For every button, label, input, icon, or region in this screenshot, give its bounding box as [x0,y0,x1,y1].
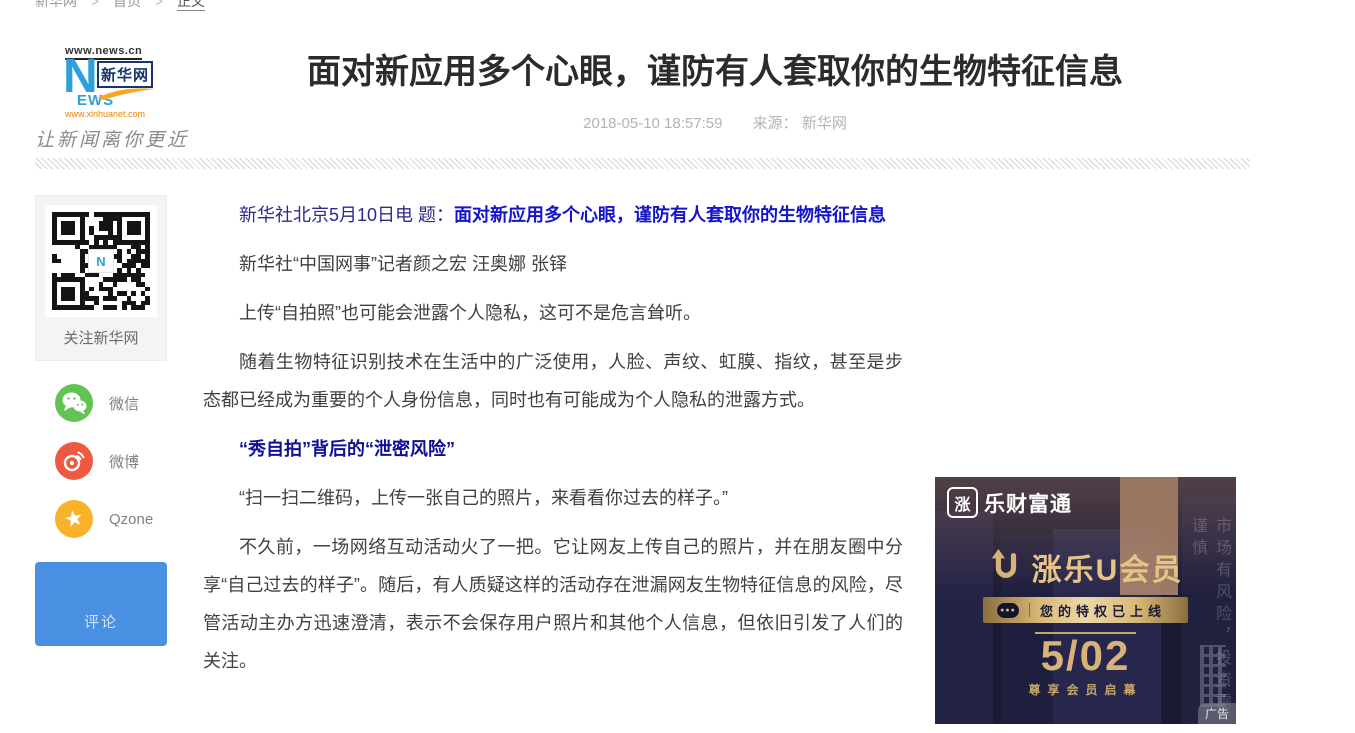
paragraph: “扫一扫二维码，上传一张自己的照片，来看看你过去的样子。” [203,479,903,517]
publish-date: 2018-05-10 18:57:59 [583,115,722,132]
hatched-divider [35,158,1250,169]
lead-prefix: 新华社北京5月10日电 题： [239,205,454,225]
logo-site-name: 新华网 [97,61,153,88]
source-name: 新华网 [802,115,847,132]
u-arrow-icon [988,548,1022,587]
weibo-icon [55,442,93,480]
ad-brand-icon: 涨 [947,487,978,518]
qr-center-logo: N [88,249,114,273]
xinhuanet-logo[interactable]: www.news.cn N 新华网 EWS www.xinhuanet.com … [35,45,185,145]
breadcrumb-item-channel[interactable]: 首页 [113,0,141,9]
share-wechat[interactable]: 微信 [55,384,139,422]
paragraph: 随着生物特征识别技术在生活中的广泛使用，人脸、声纹、虹膜、指纹，甚至是步态都已经… [203,343,903,419]
ad-headline-text: 涨乐U会员 [1032,545,1184,589]
ad-risk-disclaimer: 市场有风险，投资需谨慎 [1185,517,1233,717]
ad-banner-text: 您的特权已上线 [1040,601,1166,620]
source-label: 来源： [753,115,798,132]
qr-card: N 关注新华网 [35,195,167,361]
qzone-icon: ★ [55,500,93,538]
ad-banner[interactable]: 涨 乐财富通 涨乐U会员 ●●● 您的特权已上线 5/02 尊享会员启幕 市场有… [935,477,1236,724]
share-wechat-label: 微信 [109,393,139,414]
logo-url-bottom: www.xinhuanet.com [65,109,145,119]
comment-button-label: 评论 [84,611,118,632]
lead-paragraph: 新华社北京5月10日电 题：面对新应用多个心眼，谨防有人套取你的生物特征信息 [203,196,903,234]
banner-divider [1029,603,1030,617]
ad-brand-name: 乐财富通 [984,488,1072,518]
wechat-icon [55,384,93,422]
breadcrumb: 新华网 > 首页 > 正文 [35,0,205,11]
section-heading: “秀自拍”背后的“泄密风险” [203,430,903,468]
byline: 新华社“中国网事”记者颜之宏 汪奥娜 张铎 [203,245,903,283]
article-meta: 2018-05-10 18:57:59 来源： 新华网 [180,112,1250,133]
article-body: 新华社北京5月10日电 题：面对新应用多个心眼，谨防有人套取你的生物特征信息 新… [203,196,903,691]
qr-code: N [45,205,157,317]
share-qzone-label: Qzone [109,511,153,528]
ad-brand: 涨 乐财富通 [947,487,1072,518]
paragraph: 不久前，一场网络互动活动火了一把。它让网友上传自己的照片，并在朋友圈中分享“自己… [203,528,903,680]
breadcrumb-separator: > [91,0,99,9]
ad-label-badge: 广告 [1198,703,1236,724]
breadcrumb-separator: > [155,0,163,9]
share-qzone[interactable]: ★ Qzone [55,500,153,538]
chat-bubble-icon: ●●● [997,603,1019,618]
breadcrumb-item-home[interactable]: 新华网 [35,0,77,9]
share-weibo-label: 微博 [109,451,139,472]
paragraph: 上传“自拍照”也可能会泄露个人隐私，这可不是危言耸听。 [203,294,903,332]
comment-button[interactable]: 评论 [35,562,167,646]
breadcrumb-item-current: 正文 [177,0,205,11]
qr-label: 关注新华网 [45,317,157,360]
ad-gold-banner: ●●● 您的特权已上线 [983,597,1188,623]
logo-slogan: 让新闻离你更近 [35,125,195,152]
page-title: 面对新应用多个心眼，谨防有人套取你的生物特征信息 [180,52,1250,93]
swoosh-icon [95,85,157,106]
share-weibo[interactable]: 微博 [55,442,139,480]
lead-title-link[interactable]: 面对新应用多个心眼，谨防有人套取你的生物特征信息 [454,205,886,225]
